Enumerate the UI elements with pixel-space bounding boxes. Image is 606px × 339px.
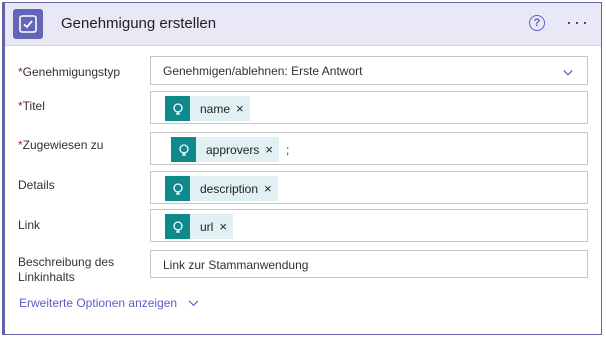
link-description-field[interactable]: Link zur Stammanwendung [150, 250, 588, 278]
card-title: Genehmigung erstellen [61, 15, 217, 32]
approval-type-value: Genehmigen/ablehnen: Erste Antwort [163, 64, 363, 78]
remove-token-icon[interactable]: × [258, 181, 278, 196]
link-field[interactable]: url × [150, 209, 588, 242]
token-name[interactable]: name × [165, 96, 250, 121]
details-label: Details [18, 178, 55, 192]
dynamic-content-icon [171, 137, 196, 162]
link-description-label: Beschreibung des Linkinhalts [18, 255, 115, 284]
show-advanced-options-link[interactable]: Erweiterte Optionen anzeigen [19, 296, 199, 310]
dynamic-content-icon [165, 176, 190, 201]
remove-token-icon[interactable]: × [259, 142, 279, 157]
details-field[interactable]: description × [150, 171, 588, 204]
remove-token-icon[interactable]: × [230, 101, 250, 116]
assigned-to-label: *Zugewiesen zu [18, 138, 104, 152]
token-url[interactable]: url × [165, 214, 233, 239]
more-options-icon[interactable]: ··· [566, 12, 590, 33]
approval-type-label: *Genehmigungstyp [18, 65, 121, 79]
assigned-to-field[interactable]: approvers × ; [150, 132, 588, 165]
remove-token-icon[interactable]: × [213, 219, 233, 234]
dynamic-content-icon [165, 96, 190, 121]
approval-action-card: Genehmigung erstellen ? ··· *Genehmigung… [2, 2, 602, 335]
chevron-down-icon [563, 70, 573, 76]
dynamic-content-icon [165, 214, 190, 239]
token-approvers[interactable]: approvers × [171, 137, 279, 162]
chevron-down-icon [189, 300, 199, 307]
help-icon[interactable]: ? [529, 15, 545, 31]
token-description[interactable]: description × [165, 176, 278, 201]
card-header[interactable]: Genehmigung erstellen ? ··· [5, 3, 601, 46]
approvals-app-icon [13, 9, 43, 39]
separator-semicolon: ; [286, 143, 290, 157]
link-label: Link [18, 218, 41, 232]
title-field[interactable]: name × [150, 91, 588, 124]
title-label: *Titel [18, 99, 45, 113]
approval-type-select[interactable]: Genehmigen/ablehnen: Erste Antwort [150, 56, 588, 85]
link-description-value: Link zur Stammanwendung [163, 258, 309, 272]
